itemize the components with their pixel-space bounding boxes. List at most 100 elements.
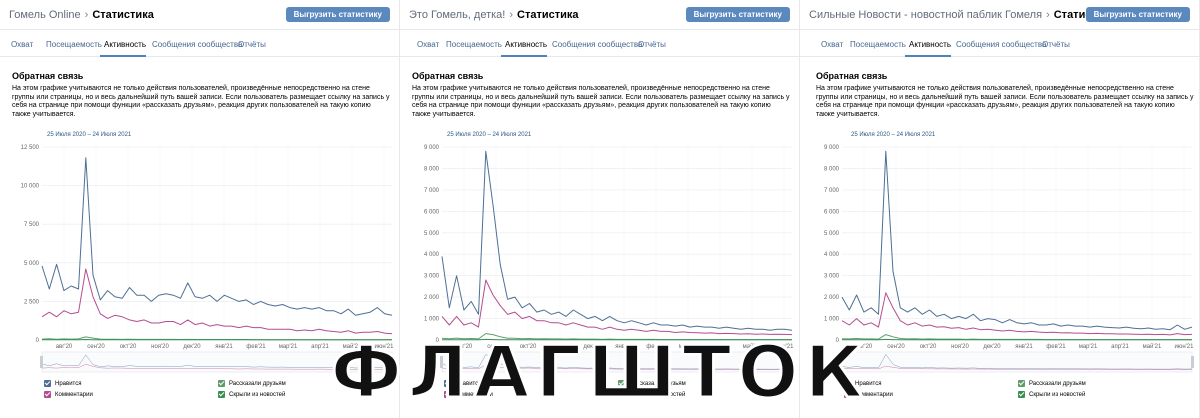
x-tick-label: сен'20 bbox=[87, 344, 105, 350]
y-tick-label: 2 000 bbox=[424, 295, 440, 301]
tab-community-messages[interactable]: Сообщения сообщества bbox=[552, 40, 642, 49]
x-tick-label: дек'20 bbox=[583, 344, 601, 350]
checkbox-icon[interactable] bbox=[618, 391, 625, 398]
legend-label: Комментарии bbox=[855, 391, 893, 398]
x-tick-label: апр'21 bbox=[1111, 344, 1129, 350]
legend-hidden[interactable]: Скрыли из новостей bbox=[1018, 391, 1085, 398]
tab-reach[interactable]: Охват bbox=[11, 40, 33, 49]
breadcrumb-group-link[interactable]: Гомель Online bbox=[9, 9, 81, 21]
x-tick-label: ноя'20 bbox=[551, 344, 569, 350]
checkbox-icon[interactable] bbox=[218, 380, 225, 387]
x-tick-label: май'21 bbox=[343, 343, 362, 350]
y-tick-label: 0 bbox=[436, 338, 440, 344]
export-stats-button[interactable]: Выгрузить статистику bbox=[685, 7, 790, 22]
checkbox-icon[interactable] bbox=[844, 380, 851, 387]
y-tick-label: 5 000 bbox=[24, 261, 40, 267]
navigator-handle-left[interactable] bbox=[440, 356, 443, 368]
tab-traffic[interactable]: Посещаемость bbox=[850, 40, 906, 49]
tab-activity[interactable]: Активность bbox=[104, 40, 146, 49]
series-line-likes[interactable] bbox=[41, 157, 393, 316]
legend-comments[interactable]: Комментарии bbox=[44, 391, 93, 398]
x-tick-label: авг'20 bbox=[56, 344, 73, 350]
legend-comments[interactable]: Комментарии bbox=[844, 391, 893, 398]
tab-community-messages[interactable]: Сообщения сообщества bbox=[152, 40, 242, 49]
feedback-chart[interactable]: 12 500 10 000 7 500 5 000 2 500 0 авг'20 сен'20… bbox=[0, 140, 400, 377]
legend-reposts[interactable]: Рассказали друзьям bbox=[1018, 380, 1086, 387]
section-title: Обратная связь bbox=[412, 71, 484, 81]
checkbox-icon[interactable] bbox=[618, 380, 625, 387]
legend-likes[interactable]: Нравится bbox=[44, 380, 81, 387]
navigator-handle-right[interactable] bbox=[1191, 356, 1194, 368]
x-tick-label: апр'21 bbox=[711, 344, 729, 350]
tab-traffic[interactable]: Посещаемость bbox=[46, 40, 102, 49]
breadcrumb-separator-icon: › bbox=[1046, 9, 1050, 21]
checkbox-icon[interactable] bbox=[44, 391, 51, 398]
stats-panel-3: Сильные Новости - новостной паблик Гомел… bbox=[800, 0, 1200, 418]
tab-traffic[interactable]: Посещаемость bbox=[446, 40, 502, 49]
legend-reposts[interactable]: Рассказали друзьям bbox=[618, 380, 686, 387]
x-tick-label: сен'20 bbox=[887, 344, 905, 350]
tab-bar: Охват Посещаемость Активность Сообщения … bbox=[400, 30, 799, 57]
tab-reports[interactable]: Отчёты bbox=[238, 40, 266, 49]
legend-comments[interactable]: Комментарии bbox=[444, 391, 493, 398]
export-stats-button[interactable]: Выгрузить статистику bbox=[285, 7, 390, 22]
legend-reposts[interactable]: Рассказали друзьям bbox=[218, 380, 286, 387]
y-tick-label: 6 000 bbox=[424, 209, 440, 215]
tab-reports[interactable]: Отчёты bbox=[638, 40, 666, 49]
breadcrumb-group-link[interactable]: Это Гомель, детка! bbox=[409, 9, 505, 21]
x-tick-label: июн'21 bbox=[775, 344, 795, 350]
legend-likes[interactable]: Нравится bbox=[444, 380, 481, 387]
tab-reports[interactable]: Отчёты bbox=[1042, 40, 1070, 49]
page-title: Статистика bbox=[517, 9, 579, 21]
breadcrumb-group-link[interactable]: Сильные Новости - новостной паблик Гомел… bbox=[809, 9, 1042, 21]
tab-reach[interactable]: Охват bbox=[821, 40, 843, 49]
breadcrumb-separator-icon: › bbox=[84, 9, 89, 21]
navigator-handle-right[interactable] bbox=[791, 356, 794, 368]
series-line-likes[interactable] bbox=[841, 150, 1193, 331]
y-tick-label: 9 000 bbox=[824, 145, 840, 151]
y-tick-label: 1 000 bbox=[824, 317, 840, 323]
y-tick-label: 10 000 bbox=[21, 184, 40, 190]
x-tick-label: ноя'20 bbox=[151, 344, 169, 350]
series-line-likes[interactable] bbox=[441, 150, 793, 331]
checkbox-icon[interactable] bbox=[844, 391, 851, 398]
legend-label: Скрыли из новостей bbox=[229, 391, 286, 398]
feedback-chart[interactable]: 9 000 8 000 7 000 6 000 5 000 4 000 3 000 2 000… bbox=[400, 140, 800, 377]
legend-hidden[interactable]: Скрыли из новостей bbox=[218, 391, 285, 398]
series-line-reposts[interactable] bbox=[441, 333, 792, 341]
checkbox-icon[interactable] bbox=[44, 380, 51, 387]
feedback-chart[interactable]: 9 000 8 000 7 000 6 000 5 000 4 000 3 000 2 000… bbox=[800, 140, 1200, 377]
date-range[interactable]: 25 Июля 2020 – 24 Июля 2021 bbox=[851, 132, 935, 138]
y-tick-label: 7 000 bbox=[824, 188, 840, 194]
y-tick-label: 5 000 bbox=[824, 231, 840, 237]
series-line-reposts[interactable] bbox=[841, 334, 1192, 341]
y-tick-label: 0 bbox=[36, 338, 40, 344]
checkbox-icon[interactable] bbox=[218, 391, 225, 398]
y-tick-label: 4 000 bbox=[824, 252, 840, 258]
checkbox-icon[interactable] bbox=[1018, 380, 1025, 387]
date-range[interactable]: 25 Июля 2020 – 24 Июля 2021 bbox=[447, 132, 531, 138]
x-tick-label: дек'20 bbox=[983, 344, 1001, 350]
y-tick-label: 3 000 bbox=[824, 274, 840, 280]
checkbox-icon[interactable] bbox=[444, 391, 451, 398]
legend-likes[interactable]: Нравится bbox=[844, 380, 881, 387]
y-tick-label: 12 500 bbox=[21, 145, 40, 151]
chart-navigator[interactable] bbox=[41, 351, 393, 373]
tab-community-messages[interactable]: Сообщения сообщества bbox=[956, 40, 1046, 49]
checkbox-icon[interactable] bbox=[1018, 391, 1025, 398]
navigator-handle-left[interactable] bbox=[840, 356, 843, 368]
page-header: Гомель Online › Статистика Выгрузить стати… bbox=[0, 0, 399, 30]
x-tick-label: май'21 bbox=[743, 343, 762, 350]
navigator-handle-left[interactable] bbox=[40, 356, 43, 368]
series-line-comments[interactable] bbox=[441, 279, 793, 336]
y-tick-label: 0 bbox=[836, 338, 840, 344]
navigator-handle-right[interactable] bbox=[391, 356, 394, 368]
legend-hidden[interactable]: Скрыли из новостей bbox=[618, 391, 685, 398]
export-stats-button[interactable]: Выгрузить статистику bbox=[1085, 7, 1190, 22]
checkbox-icon[interactable] bbox=[444, 380, 451, 387]
tab-activity[interactable]: Активность bbox=[909, 40, 951, 49]
date-range[interactable]: 25 Июля 2020 – 24 Июля 2021 bbox=[47, 132, 131, 138]
tab-activity[interactable]: Активность bbox=[505, 40, 547, 49]
tab-reach[interactable]: Охват bbox=[417, 40, 439, 49]
x-tick-label: окт'20 bbox=[920, 344, 937, 350]
